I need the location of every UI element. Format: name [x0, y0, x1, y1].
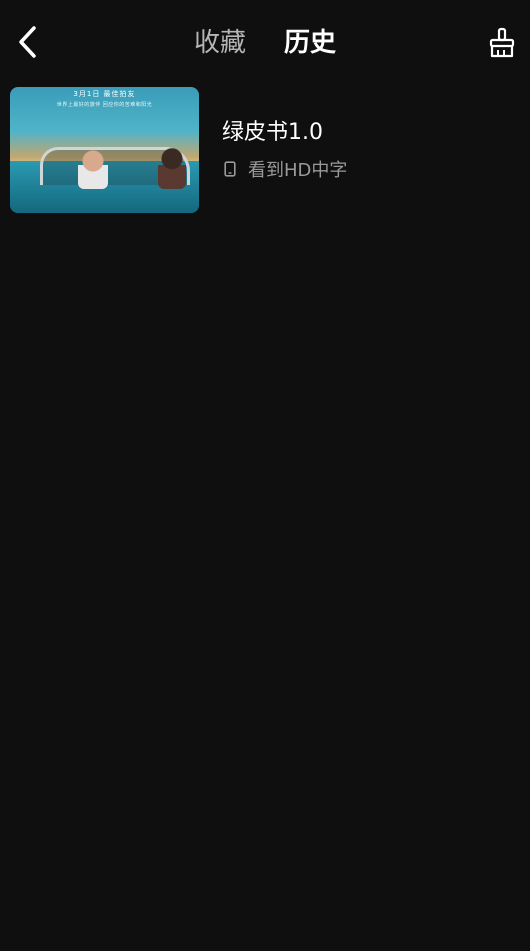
top-bar: 收藏 历史 [0, 0, 530, 86]
tab-favorites-label: 收藏 [193, 28, 246, 58]
phone-icon [222, 159, 238, 179]
tab-history-label: 历史 [284, 28, 337, 58]
brush-clean-icon [489, 27, 515, 58]
clear-history-button[interactable] [484, 24, 520, 62]
tab-bar: 收藏 历史 [0, 24, 530, 64]
history-list: 3月1日 最佳拍友 世界上最好的旅伴 回应你的苦难和阳光 绿皮书1.0 看到HD… [0, 86, 530, 214]
history-item[interactable]: 3月1日 最佳拍友 世界上最好的旅伴 回应你的苦难和阳光 绿皮书1.0 看到HD… [0, 86, 530, 214]
tab-favorites[interactable]: 收藏 [194, 24, 246, 64]
watch-progress: 看到HD中字 [222, 156, 347, 182]
poster-release-text: 3月1日 最佳拍友 [73, 90, 136, 98]
poster-tagline: 世界上最好的旅伴 回应你的苦难和阳光 [56, 102, 153, 108]
poster-passenger-figure [158, 147, 186, 189]
movie-title: 绿皮书1.0 [222, 120, 323, 145]
poster-driver-figure [78, 149, 108, 189]
tab-history[interactable]: 历史 [284, 24, 337, 64]
movie-poster[interactable]: 3月1日 最佳拍友 世界上最好的旅伴 回应你的苦难和阳光 [10, 87, 199, 213]
watch-progress-text: 看到HD中字 [248, 160, 348, 181]
history-page: 收藏 历史 3月1日 最佳拍友 世界上最好的旅伴 回应你的苦难和阳光 绿皮书1.… [0, 0, 530, 951]
